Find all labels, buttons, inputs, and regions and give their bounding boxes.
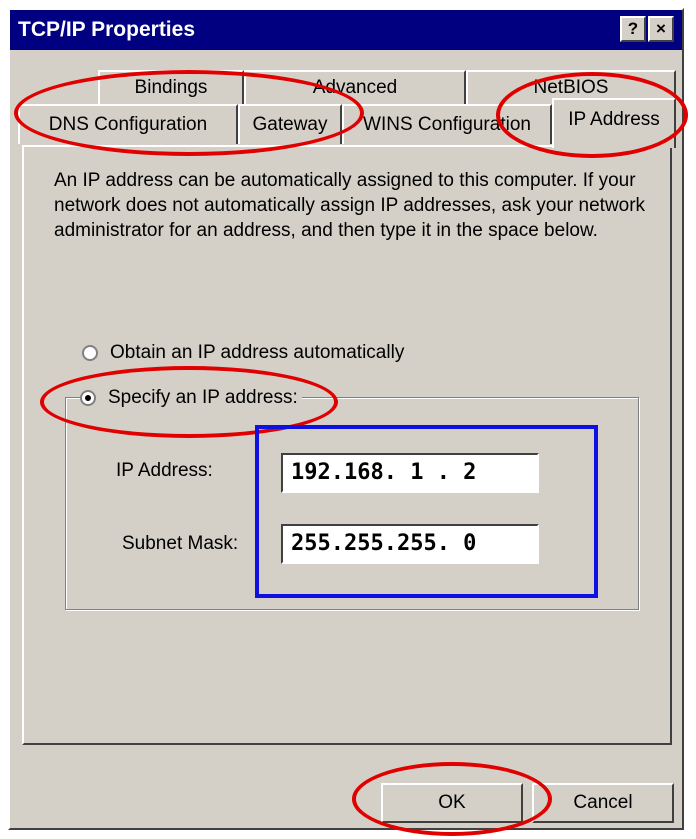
radio-selected-dot [85, 395, 91, 401]
specify-ip-label: Specify an IP address: [108, 387, 298, 408]
tab-gateway[interactable]: Gateway [238, 104, 342, 144]
obtain-automatically-radio[interactable] [82, 345, 98, 361]
tab-dns-configuration[interactable]: DNS Configuration [18, 104, 238, 144]
specify-ip-radio[interactable] [80, 390, 96, 406]
obtain-automatically-option[interactable]: Obtain an IP address automatically [82, 341, 404, 365]
ok-button[interactable]: OK [381, 783, 523, 823]
tab-ip-address[interactable]: IP Address [552, 98, 676, 148]
tab-strip: Bindings Advanced NetBIOS DNS Configurat… [10, 50, 682, 152]
tab-bindings[interactable]: Bindings [98, 70, 244, 104]
obtain-automatically-label: Obtain an IP address automatically [110, 342, 405, 363]
window-title: TCP/IP Properties [18, 18, 196, 41]
help-button[interactable]: ? [620, 16, 646, 42]
specify-ip-groupbox [65, 397, 639, 610]
subnet-mask-label: Subnet Mask: [122, 533, 239, 554]
cancel-button[interactable]: Cancel [532, 783, 674, 823]
tab-wins-configuration[interactable]: WINS Configuration [342, 104, 552, 144]
description-text: An IP address can be automatically assig… [54, 170, 646, 241]
ip-address-label: IP Address: [116, 460, 213, 481]
title-bar[interactable]: TCP/IP Properties ? × [10, 10, 682, 50]
close-button[interactable]: × [648, 16, 674, 42]
specify-ip-option[interactable]: Specify an IP address: [80, 386, 302, 410]
tab-advanced[interactable]: Advanced [244, 70, 466, 104]
subnet-mask-input[interactable]: 255.255.255. 0 [281, 524, 539, 564]
ip-address-input[interactable]: 192.168. 1 . 2 [281, 453, 539, 493]
